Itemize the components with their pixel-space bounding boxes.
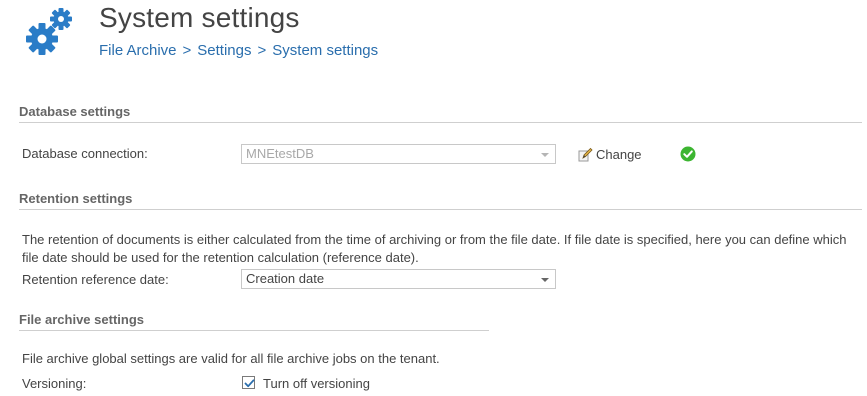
retention-reference-select[interactable]: Creation date xyxy=(241,269,556,289)
retention-reference-value: Creation date xyxy=(246,271,325,286)
database-connection-value: MNEtestDB xyxy=(246,146,314,161)
edit-pencil-icon xyxy=(578,147,593,162)
retention-description: The retention of documents is either cal… xyxy=(22,232,847,265)
check-circle-icon xyxy=(680,146,696,162)
database-settings-heading: Database settings xyxy=(19,104,131,119)
versioning-label: Versioning: xyxy=(22,376,87,391)
database-connection-select: MNEtestDB xyxy=(241,144,556,164)
breadcrumb-separator: > xyxy=(182,42,192,59)
breadcrumb: File Archive > Settings > System settings xyxy=(99,42,378,59)
retention-settings-heading: Retention settings xyxy=(19,191,133,206)
turn-off-versioning-checkbox[interactable] xyxy=(242,376,255,389)
section-divider xyxy=(19,122,862,123)
breadcrumb-separator: > xyxy=(257,42,267,59)
checkmark-icon xyxy=(244,379,255,388)
page-title: System settings xyxy=(99,2,300,33)
breadcrumb-item-system-settings: System settings xyxy=(272,42,379,59)
section-divider xyxy=(19,209,862,210)
breadcrumb-item-settings[interactable]: Settings xyxy=(197,42,251,59)
change-label: Change xyxy=(596,147,642,162)
breadcrumb-item-file-archive[interactable]: File Archive xyxy=(99,42,177,59)
file-archive-settings-heading: File archive settings xyxy=(19,312,144,327)
gears-icon xyxy=(24,6,76,58)
retention-reference-label: Retention reference date: xyxy=(22,272,169,287)
chevron-down-icon xyxy=(541,153,549,157)
database-connection-label: Database connection: xyxy=(22,146,148,161)
turn-off-versioning-label[interactable]: Turn off versioning xyxy=(263,376,370,391)
chevron-down-icon xyxy=(541,278,549,282)
file-archive-description: File archive global settings are valid f… xyxy=(22,351,440,366)
section-divider xyxy=(19,330,489,331)
change-button[interactable]: Change xyxy=(577,146,642,162)
